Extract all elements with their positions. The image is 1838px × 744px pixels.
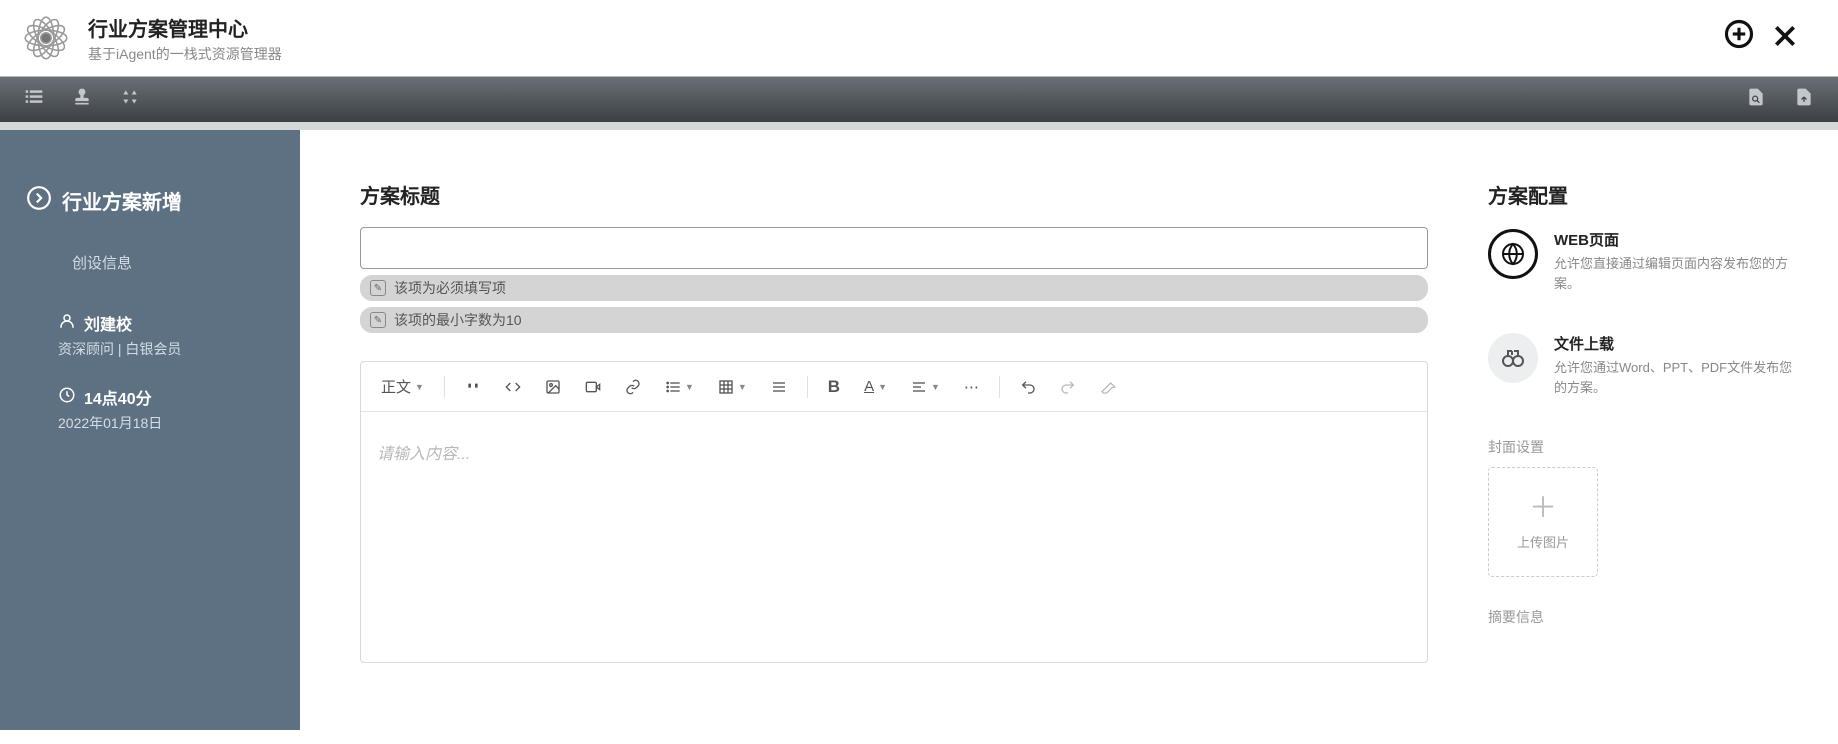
cover-label: 封面设置 (1488, 437, 1798, 457)
arrow-right-circle-icon (26, 185, 52, 216)
config-file-desc: 允许您通过Word、PPT、PDF文件发布您的方案。 (1554, 358, 1798, 397)
editor-quote-icon[interactable] (455, 373, 491, 401)
main-toolbar (0, 76, 1838, 130)
note-icon: ✎ (370, 312, 386, 328)
editor-video-icon[interactable] (575, 373, 611, 401)
title-input[interactable] (360, 227, 1428, 269)
stamp-icon[interactable] (72, 87, 92, 112)
editor-color-icon[interactable]: A▼ (854, 372, 897, 401)
editor-table-icon[interactable]: ▼ (708, 373, 757, 401)
editor-paragraph-style[interactable]: 正文▼ (371, 370, 434, 403)
left-sidebar: 行业方案新增 创设信息 刘建校 资深顾问 | 白银会员 14点40分 2022年… (0, 130, 300, 730)
content-area: 方案标题 ✎ 该项为必须填写项 ✎ 该项的最小字数为10 正文▼ ▼ ▼ (300, 130, 1478, 730)
validation-required-text: 该项为必须填写项 (394, 278, 506, 298)
config-section-title: 方案配置 (1488, 180, 1798, 209)
add-icon[interactable] (1724, 19, 1754, 57)
editor-redo-icon[interactable] (1050, 373, 1086, 401)
validation-required: ✎ 该项为必须填写项 (360, 275, 1428, 301)
editor-hr-icon[interactable] (761, 373, 797, 401)
clock-icon (58, 386, 76, 409)
editor-toolbar: 正文▼ ▼ ▼ B A▼ ▼ ⋯ (361, 362, 1427, 412)
title-label: 方案标题 (360, 180, 1428, 209)
editor-align-icon[interactable]: ▼ (901, 373, 950, 401)
editor-image-icon[interactable] (535, 373, 571, 401)
rich-editor: 正文▼ ▼ ▼ B A▼ ▼ ⋯ 请输入内容 (360, 361, 1428, 663)
config-file-title: 文件上载 (1554, 333, 1798, 354)
sidebar-user-role: 资深顾问 | 白银会员 (58, 339, 270, 359)
validation-minlen-text: 该项的最小字数为10 (394, 310, 522, 330)
editor-more-icon[interactable]: ⋯ (954, 372, 989, 402)
sidebar-title: 行业方案新增 (62, 186, 182, 215)
close-icon[interactable] (1772, 20, 1798, 57)
sidebar-time: 14点40分 (84, 385, 152, 409)
upload-text: 上传图片 (1517, 532, 1569, 551)
editor-body[interactable]: 请输入内容... (361, 412, 1427, 662)
globe-icon (1488, 229, 1538, 279)
binoculars-icon (1488, 333, 1538, 383)
sidebar-date: 2022年01月18日 (58, 413, 270, 433)
upload-cover-button[interactable]: ＋ 上传图片 (1488, 467, 1598, 577)
editor-code-icon[interactable] (495, 373, 531, 401)
editor-list-icon[interactable]: ▼ (655, 373, 704, 401)
editor-undo-icon[interactable] (1010, 373, 1046, 401)
header-title: 行业方案管理中心 (88, 13, 1724, 42)
list-icon[interactable] (24, 87, 44, 112)
sidebar-user-name: 刘建校 (84, 311, 132, 335)
editor-placeholder: 请输入内容... (377, 446, 470, 463)
config-web-title: WEB页面 (1554, 229, 1798, 250)
note-icon: ✎ (370, 280, 386, 296)
validation-minlen: ✎ 该项的最小字数为10 (360, 307, 1428, 333)
plus-icon: ＋ (1529, 494, 1557, 522)
config-web-desc: 允许您直接通过编辑页面内容发布您的方案。 (1554, 254, 1798, 293)
recycle-icon[interactable] (120, 87, 140, 112)
sidebar-link-create[interactable]: 创设信息 (72, 252, 270, 273)
config-option-file[interactable]: 文件上载 允许您通过Word、PPT、PDF文件发布您的方案。 (1488, 333, 1798, 397)
config-option-web[interactable]: WEB页面 允许您直接通过编辑页面内容发布您的方案。 (1488, 229, 1798, 293)
header-subtitle: 基于iAgent的一栈式资源管理器 (88, 44, 1724, 64)
editor-eraser-icon[interactable] (1090, 373, 1126, 401)
export-doc-icon[interactable] (1794, 87, 1814, 112)
editor-bold-icon[interactable]: B (818, 371, 850, 403)
search-doc-icon[interactable] (1746, 87, 1766, 112)
app-header: 行业方案管理中心 基于iAgent的一栈式资源管理器 (0, 0, 1838, 76)
main-area: 行业方案新增 创设信息 刘建校 资深顾问 | 白银会员 14点40分 2022年… (0, 130, 1838, 730)
app-logo (20, 12, 72, 64)
user-icon (58, 312, 76, 335)
right-panel: 方案配置 WEB页面 允许您直接通过编辑页面内容发布您的方案。 文件上载 允许您… (1478, 130, 1838, 730)
editor-link-icon[interactable] (615, 373, 651, 401)
summary-label: 摘要信息 (1488, 607, 1798, 627)
